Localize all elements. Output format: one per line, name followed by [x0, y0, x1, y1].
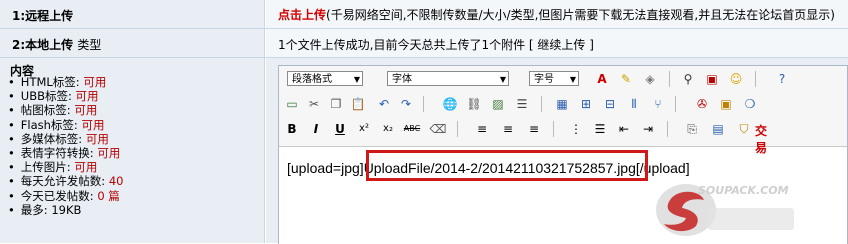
align-center-icon[interactable]: ≡ — [499, 120, 517, 138]
horizontal-rule-icon[interactable]: ☰ — [513, 95, 531, 113]
unlink-icon[interactable]: ⛓ — [465, 95, 483, 113]
split-cells-icon[interactable]: ⑂ — [649, 95, 667, 113]
ordered-list-icon[interactable]: ⋮ — [567, 120, 585, 138]
remote-upload-row: 1:远程上传 点击上传(千易网络空间,不限制传数量/大小/类型,但图片需要下载无… — [0, 0, 848, 29]
toolbar-separator — [755, 71, 756, 87]
shield-icon[interactable]: ⛉ — [735, 120, 753, 138]
format-clear-icon[interactable]: ◈ — [641, 70, 659, 88]
path-highlight-box — [366, 150, 648, 181]
redo-icon[interactable]: ↷ — [397, 95, 415, 113]
rule-item: UBB标签: 可用 — [8, 89, 123, 103]
paragraph-format-select[interactable]: 段落格式 ▼ — [287, 71, 363, 86]
toolbar-separator — [541, 96, 542, 112]
rule-item: HTML标签: 可用 — [8, 75, 123, 89]
content-rules-cell: 内容 HTML标签: 可用 UBB标签: 可用 帖图标签: 可用 Flash标签… — [0, 58, 265, 243]
strikethrough-icon[interactable]: ABC — [403, 120, 421, 138]
rule-item: 表情字符转换: 可用 — [8, 146, 123, 160]
highlight-icon[interactable]: ✎ — [617, 70, 635, 88]
outdent-icon[interactable]: ⇤ — [615, 120, 633, 138]
smiley-icon[interactable]: ☺ — [727, 70, 745, 88]
watermark-text: SOUPACK.COM — [698, 184, 789, 197]
unordered-list-icon[interactable]: ☰ — [591, 120, 609, 138]
align-left-icon[interactable]: ≡ — [473, 120, 491, 138]
local-upload-cell: 1个文件上传成功,目前今天总共上传了1个附件 [ 继续上传 ] — [266, 29, 848, 57]
toolbar-separator — [553, 121, 554, 137]
copy-icon[interactable]: ❐ — [327, 95, 345, 113]
comment-icon[interactable]: ❍ — [741, 95, 759, 113]
table-column-icon[interactable]: ⊟ — [601, 95, 619, 113]
rule-item: 上传图片: 可用 — [8, 160, 123, 174]
font-size-select[interactable]: 字号 ▼ — [529, 71, 579, 86]
local-upload-label-cell: 2:本地上传 类型 — [0, 29, 265, 57]
media-icon[interactable]: ✇ — [693, 95, 711, 113]
eraser-icon[interactable]: ⌫ — [429, 120, 447, 138]
toolbar-separator — [667, 121, 668, 137]
toolbar-separator — [669, 71, 670, 87]
rule-item: 最多: 19KB — [8, 203, 123, 217]
superscript-icon[interactable]: x² — [355, 120, 373, 138]
cut-icon[interactable]: ✂ — [305, 95, 323, 113]
merge-cells-icon[interactable]: ⫴ — [625, 95, 643, 113]
editor-toolbar: 段落格式 ▼ 字体 ▼ 字号 ▼ A ✎ ◈ ⚲ ▣ ☺ ? ▭ ✂ ❐ 📋 ↶… — [279, 66, 847, 155]
find-icon[interactable]: ⚲ — [679, 70, 697, 88]
rule-item: 每天允许发帖数: 40 — [8, 174, 124, 188]
upload-status-text: 1个文件上传成功,目前今天总共上传了1个附件 [ 继续上传 ] — [278, 38, 594, 52]
font-color-icon[interactable]: A — [593, 70, 611, 88]
posting-rules-list: HTML标签: 可用 UBB标签: 可用 帖图标签: 可用 Flash标签: 可… — [8, 75, 124, 217]
rule-item: Flash标签: 可用 — [8, 118, 123, 132]
help-icon[interactable]: ? — [773, 70, 791, 88]
new-document-icon[interactable]: ▭ — [283, 95, 301, 113]
undo-icon[interactable]: ↶ — [375, 95, 393, 113]
remote-upload-label-cell: 1:远程上传 — [0, 0, 265, 28]
watermark-logo: SOUPACK.COM — [648, 170, 798, 240]
indent-icon[interactable]: ⇥ — [639, 120, 657, 138]
align-right-icon[interactable]: ≡ — [525, 120, 543, 138]
insert-image-icon[interactable]: ▨ — [489, 95, 507, 113]
toolbar-separator — [457, 121, 458, 137]
toolbar-separator — [675, 96, 676, 112]
local-upload-label: 2:本地上传 类型 — [12, 38, 102, 52]
table-row-icon[interactable]: ⊞ — [577, 95, 595, 113]
flash-icon[interactable]: ▣ — [717, 95, 735, 113]
insert-table-icon[interactable]: ▦ — [553, 95, 571, 113]
local-upload-row: 2:本地上传 类型 1个文件上传成功,目前今天总共上传了1个附件 [ 继续上传 … — [0, 29, 848, 58]
underline-icon[interactable]: U — [331, 120, 349, 138]
insert-paragraph-icon[interactable]: ⎘ — [683, 120, 701, 138]
remote-upload-cell: 点击上传(千易网络空间,不限制传数量/大小/类型,但图片需要下载无法直接观看,并… — [266, 0, 848, 28]
rule-item: 帖图标签: 可用 — [8, 103, 123, 117]
source-view-icon[interactable]: ▤ — [709, 120, 727, 138]
rule-item: 多媒体标签: 可用 — [8, 132, 123, 146]
font-family-select[interactable]: 字体 ▼ — [387, 71, 509, 86]
italic-icon[interactable]: I — [307, 120, 325, 138]
toolbar-separator — [423, 96, 424, 112]
paste-icon[interactable]: 📋 — [349, 95, 367, 113]
remote-upload-desc: (千易网络空间,不限制传数量/大小/类型,但图片需要下载无法直接观看,并且无法在… — [326, 8, 835, 22]
subscript-icon[interactable]: x₂ — [379, 120, 397, 138]
flag-icon[interactable]: ▣ — [703, 70, 721, 88]
click-upload-link[interactable]: 点击上传 — [278, 8, 326, 22]
remote-upload-label: 1:远程上传 — [12, 9, 74, 23]
rule-item: 今天已发帖数: 0 篇 — [8, 189, 123, 203]
insert-link-icon[interactable]: 🌐 — [441, 95, 459, 113]
bold-icon[interactable]: B — [283, 120, 301, 138]
